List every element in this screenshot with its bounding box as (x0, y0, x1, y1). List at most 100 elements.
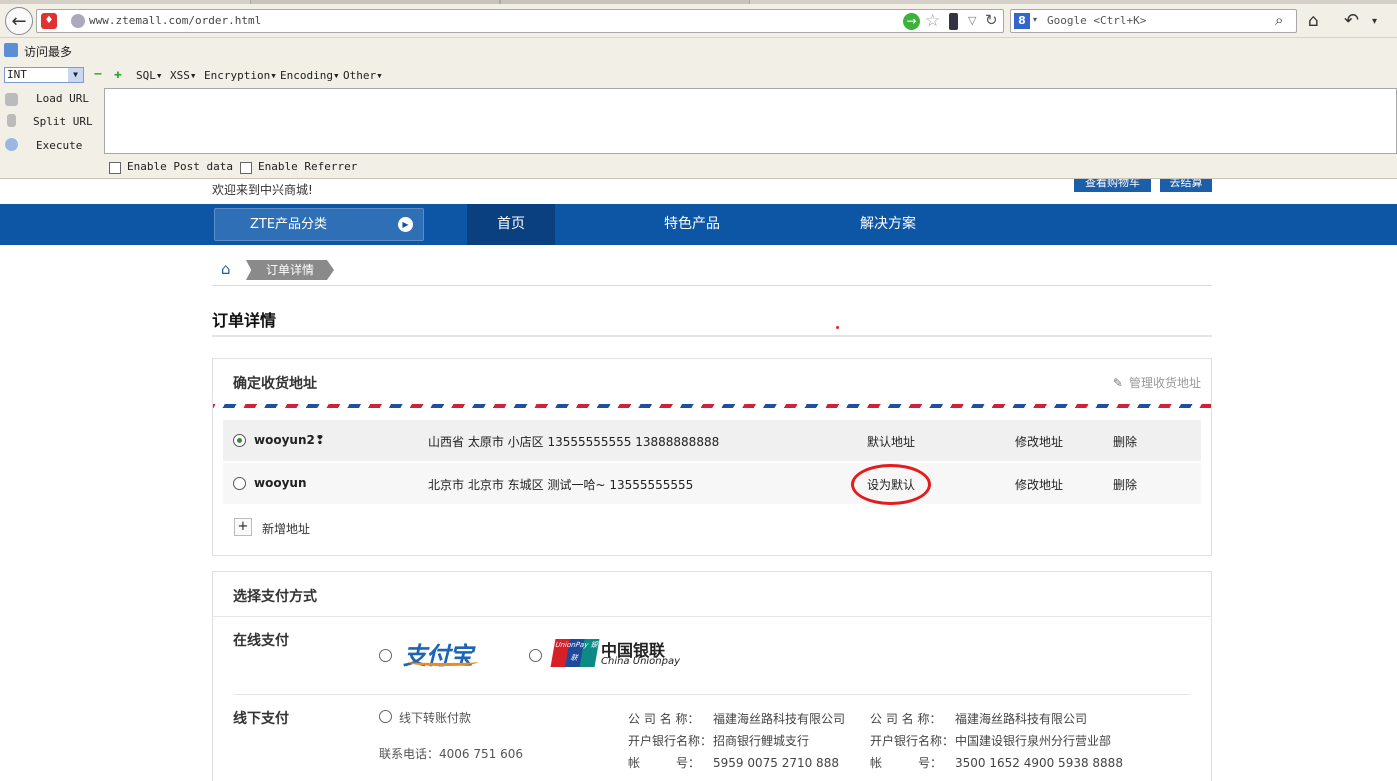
add-address-plus-icon[interactable]: + (234, 518, 252, 536)
url-text[interactable]: www.ztemall.com/order.html (89, 14, 261, 27)
go-arrow-icon[interactable]: → (903, 13, 920, 30)
delete-address-link[interactable]: 删除 (1113, 476, 1137, 493)
post-data-label: Enable Post data (127, 160, 233, 173)
execute-icon (5, 138, 18, 151)
divider (213, 616, 1211, 617)
nav-home[interactable]: 首页 (467, 204, 555, 245)
execute-button[interactable]: Execute (36, 139, 82, 152)
type-select[interactable]: INT ▼ (4, 67, 84, 83)
chevron-down-icon[interactable]: ▾ (1372, 16, 1377, 27)
company-key: 公 司 名 称： (870, 712, 942, 726)
unionpay-logo[interactable]: UnionPay 银联 中国银联 China Unionpay (550, 636, 683, 670)
set-default-link[interactable]: 设为默认 (867, 476, 915, 493)
airmail-stripe (213, 404, 1211, 408)
bank-account-1: 公 司 名 称： 福建海丝路科技有限公司 开户银行名称：招商银行鲤城支行 帐 号：… (628, 708, 845, 774)
split-url-icon (7, 114, 16, 127)
undo-icon[interactable]: ↶ (1344, 10, 1359, 31)
load-url-icon (5, 93, 18, 106)
address-radio[interactable] (233, 477, 246, 490)
menu-sql[interactable]: SQL▾ (136, 69, 163, 82)
bank-name: 招商银行鲤城支行 (713, 734, 810, 748)
add-address-link[interactable]: 新增地址 (262, 520, 310, 537)
account-key: 帐 号： (870, 756, 943, 770)
phone-icon[interactable] (949, 13, 958, 30)
online-pay-label: 在线支付 (233, 633, 289, 649)
offline-option-label: 线下转账付款 (399, 711, 472, 725)
address-row[interactable]: wooyun 北京市 北京市 东城区 测试一哈~ 13555555555 设为默… (223, 463, 1201, 505)
edit-address-link[interactable]: 修改地址 (1015, 433, 1063, 450)
pencil-icon: ✎ (1112, 376, 1123, 390)
play-arrow-icon: ▶ (398, 217, 413, 232)
hackbar: INT ▼ − ✚ SQL▾ XSS▾ Encryption▾ Encoding… (0, 62, 1397, 179)
page-title: 订单详情 (212, 311, 277, 330)
chevron-down-icon[interactable]: ▾ (1033, 15, 1037, 24)
menu-xss[interactable]: XSS▾ (170, 69, 197, 82)
payment-panel: 选择支付方式 在线支付 支付宝 UnionPay 银联 中国银联 China U… (212, 571, 1212, 781)
history-dropdown-icon[interactable]: ▽ (968, 14, 976, 27)
nav-solutions[interactable]: 解决方案 (860, 204, 916, 245)
unionpay-mark: UnionPay 银联 (550, 639, 600, 667)
view-cart-button[interactable]: 查看购物车 (1074, 179, 1151, 192)
minus-icon[interactable]: − (94, 67, 102, 82)
load-url-button[interactable]: Load URL (36, 92, 89, 105)
address-text: 山西省 太原市 小店区 13555555555 13888888888 (428, 435, 720, 449)
chevron-down-icon: ▼ (68, 68, 83, 82)
search-engine-icon[interactable]: 8 (1014, 13, 1030, 29)
type-select-value: INT (7, 68, 27, 81)
checkout-button[interactable]: 去结算 (1160, 179, 1212, 192)
post-data-checkbox[interactable] (109, 162, 121, 174)
reload-icon[interactable]: ↻ (985, 11, 998, 29)
address-radio[interactable] (233, 434, 246, 447)
welcome-text: 欢迎来到中兴商城! (212, 183, 313, 197)
category-button[interactable]: ZTE产品分类 ▶ (214, 208, 424, 241)
home-icon[interactable]: ⌂ (221, 260, 231, 278)
unionpay-en-text: China Unionpay (601, 656, 681, 667)
globe-icon (71, 14, 85, 28)
category-label: ZTE产品分类 (250, 217, 328, 232)
search-input[interactable]: Google <Ctrl+K> (1047, 14, 1146, 27)
bank-account-2: 公 司 名 称： 福建海丝路科技有限公司 开户银行名称：中国建设银行泉州分行营业部… (870, 708, 1123, 774)
url-textarea[interactable] (104, 88, 1397, 154)
url-bar[interactable]: ♦ www.ztemall.com/order.html → ☆ ▽ ↻ (36, 9, 1004, 33)
star-icon[interactable]: ☆ (925, 11, 940, 31)
account-number: 5959 0075 2710 888 (713, 756, 839, 770)
referrer-label: Enable Referrer (258, 160, 358, 173)
search-icon[interactable]: ⌕ (1275, 11, 1283, 29)
address-row[interactable]: wooyun2❢ 山西省 太原市 小店区 13555555555 1388888… (223, 420, 1201, 461)
company-key: 公 司 名 称： (628, 712, 700, 726)
nav-featured[interactable]: 特色产品 (664, 204, 720, 245)
alipay-radio[interactable] (379, 649, 392, 662)
dot-marker (836, 326, 839, 329)
offline-pay-label: 线下支付 (233, 711, 289, 727)
breadcrumb-current: 订单详情 (246, 260, 334, 280)
contact-phone: 联系电话：4006 751 606 (379, 747, 523, 761)
company-name: 福建海丝路科技有限公司 (713, 712, 846, 726)
search-bar[interactable]: 8 ▾ Google <Ctrl+K> ⌕ (1010, 9, 1297, 33)
split-url-button[interactable]: Split URL (33, 115, 93, 128)
addon-icon[interactable]: ♦ (41, 13, 57, 29)
back-arrow-icon[interactable]: ← (5, 7, 33, 35)
plus-icon[interactable]: ✚ (114, 67, 122, 82)
company-name: 福建海丝路科技有限公司 (955, 712, 1088, 726)
alipay-swoosh (408, 658, 478, 666)
alipay-logo[interactable]: 支付宝 (403, 636, 483, 670)
home-icon[interactable]: ⌂ (1308, 11, 1319, 31)
unionpay-radio[interactable] (529, 649, 542, 662)
offline-radio[interactable] (379, 710, 392, 723)
referrer-checkbox[interactable] (240, 162, 252, 174)
site-topline: 欢迎来到中兴商城! 查看购物车 去结算 (0, 179, 1397, 204)
menu-encryption[interactable]: Encryption▾ (204, 69, 277, 82)
main-nav: ZTE产品分类 ▶ 首页 特色产品 解决方案 (0, 204, 1397, 245)
delete-address-link[interactable]: 删除 (1113, 433, 1137, 450)
account-number: 3500 1652 4900 5938 8888 (955, 756, 1123, 770)
manage-address-link[interactable]: ✎ 管理收货地址 (1113, 374, 1201, 391)
edit-address-link[interactable]: 修改地址 (1015, 476, 1063, 493)
bookmarks-bar: 访问最多 (0, 38, 1397, 62)
bookmark-most-visited[interactable]: 访问最多 (24, 43, 72, 60)
default-address-label: 默认地址 (867, 435, 916, 449)
bank-key: 开户银行名称： (628, 734, 713, 748)
menu-encoding[interactable]: Encoding▾ (280, 69, 340, 82)
divider (233, 694, 1191, 695)
menu-other[interactable]: Other▾ (343, 69, 383, 82)
address-name: wooyun2❢ (254, 433, 325, 447)
